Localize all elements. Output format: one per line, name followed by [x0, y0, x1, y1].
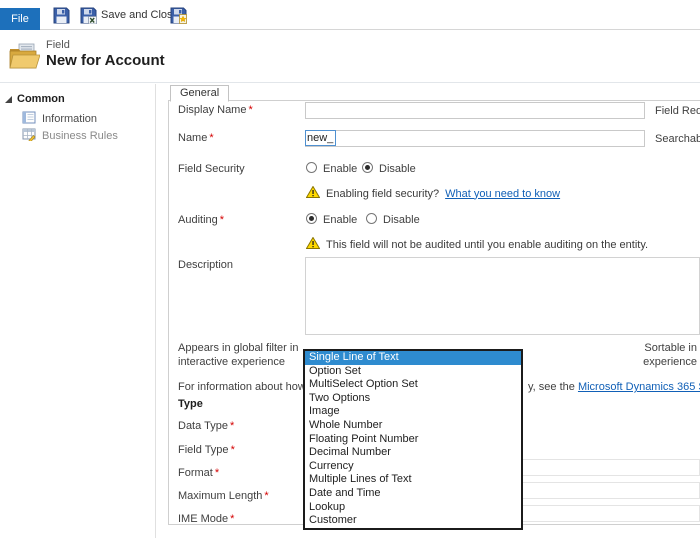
- save-and-new-button[interactable]: [170, 5, 187, 25]
- entity-type-label: Field: [46, 39, 70, 51]
- required-marker: *: [248, 104, 252, 116]
- name-label: Name*: [178, 132, 214, 144]
- dropdown-option[interactable]: MultiSelect Option Set: [305, 378, 521, 392]
- auditing-enable-label: Enable: [323, 214, 357, 226]
- warning-icon: [306, 186, 320, 201]
- required-marker: *: [220, 214, 224, 226]
- dynamics-sdk-link[interactable]: Microsoft Dynamics 365 SDK: [578, 381, 700, 393]
- file-menu-button[interactable]: File: [0, 8, 40, 30]
- dropdown-option[interactable]: Single Line of Text: [305, 351, 521, 365]
- sidebar-group-common[interactable]: Common: [5, 93, 65, 105]
- dropdown-option[interactable]: Decimal Number: [305, 446, 521, 460]
- required-marker: *: [264, 490, 268, 502]
- dropdown-option[interactable]: Multiple Lines of Text: [305, 473, 521, 487]
- display-name-input[interactable]: [305, 102, 645, 119]
- format-label: Format*: [178, 467, 219, 479]
- dropdown-option[interactable]: Two Options: [305, 392, 521, 406]
- sidebar-item-label: Business Rules: [42, 130, 118, 142]
- field-type-label: Field Type*: [178, 444, 235, 456]
- tab-general[interactable]: General: [170, 85, 229, 102]
- dropdown-option[interactable]: Currency: [305, 460, 521, 474]
- collapse-triangle-icon: [5, 96, 12, 103]
- dropdown-option[interactable]: Lookup: [305, 501, 521, 515]
- required-marker: *: [230, 420, 234, 432]
- auditing-disable-label: Disable: [383, 214, 420, 226]
- global-filter-label: Appears in global filter in interactive …: [178, 341, 298, 369]
- data-type-label: Data Type*: [178, 420, 234, 432]
- information-icon: [22, 111, 36, 127]
- business-rules-icon: [22, 128, 36, 144]
- dropdown-option[interactable]: Floating Point Number: [305, 433, 521, 447]
- dropdown-option[interactable]: Option Set: [305, 365, 521, 379]
- dropdown-option[interactable]: Image: [305, 405, 521, 419]
- auditing-warning-text: This field will not be audited until you…: [326, 239, 648, 251]
- what-you-need-to-know-link[interactable]: What you need to know: [445, 188, 560, 200]
- required-marker: *: [231, 444, 235, 456]
- sidebar: Common Information: [0, 84, 156, 538]
- field-security-enable-radio[interactable]: [306, 162, 317, 173]
- auditing-label: Auditing*: [178, 214, 224, 226]
- toolbar: File: [0, 0, 700, 30]
- required-marker: *: [209, 132, 213, 144]
- field-requirement-label: Field Requi: [655, 105, 700, 117]
- page-title: New for Account: [46, 52, 165, 69]
- save-and-close-icon: [80, 7, 97, 24]
- sidebar-group-label: Common: [17, 93, 65, 105]
- dropdown-option[interactable]: Whole Number: [305, 419, 521, 433]
- searchable-label: Searchable: [655, 133, 700, 145]
- auditing-enable-radio[interactable]: [306, 213, 317, 224]
- sidebar-item-label: Information: [42, 113, 97, 125]
- auditing-warning: This field will not be audited until you…: [306, 237, 648, 252]
- sdk-info-right: y, see the Microsoft Dynamics 365 SDK: [528, 381, 700, 393]
- ime-mode-label: IME Mode*: [178, 513, 234, 525]
- header: Field New for Account: [0, 31, 700, 83]
- description-textarea[interactable]: [305, 257, 700, 335]
- display-name-label: Display Name*: [178, 104, 253, 116]
- save-and-new-icon: [170, 7, 187, 24]
- field-security-enable-label: Enable: [323, 163, 357, 175]
- dropdown-option[interactable]: Customer: [305, 514, 521, 528]
- auditing-disable-radio[interactable]: [366, 213, 377, 224]
- save-icon: [53, 7, 70, 24]
- sidebar-item-business-rules[interactable]: Business Rules: [22, 128, 118, 144]
- sidebar-item-information[interactable]: Information: [22, 111, 97, 127]
- description-label: Description: [178, 259, 233, 271]
- save-and-close-label: Save and Close: [101, 9, 179, 21]
- dropdown-option[interactable]: Date and Time: [305, 487, 521, 501]
- warning-icon: [306, 237, 320, 252]
- required-marker: *: [215, 467, 219, 479]
- save-button[interactable]: [53, 5, 70, 25]
- window: File: [0, 0, 700, 538]
- field-security-warning: Enabling field security? What you need t…: [306, 186, 560, 201]
- save-and-close-button[interactable]: Save and Close: [80, 5, 179, 25]
- sdk-info-left: For information about how t: [178, 381, 312, 393]
- field-security-disable-label: Disable: [379, 163, 416, 175]
- folder-icon: [8, 43, 40, 74]
- field-security-disable-radio[interactable]: [362, 162, 373, 173]
- type-section-label: Type: [178, 398, 203, 410]
- maximum-length-label: Maximum Length*: [178, 490, 269, 502]
- name-prefix-value: new_: [305, 130, 336, 146]
- required-marker: *: [230, 513, 234, 525]
- name-input[interactable]: new_: [305, 130, 645, 147]
- data-type-dropdown-list: Single Line of Text Option Set MultiSele…: [303, 349, 523, 530]
- field-security-warning-text: Enabling field security?: [326, 188, 439, 200]
- sortable-label: Sortable in experience: [643, 341, 697, 369]
- field-security-label: Field Security: [178, 163, 245, 175]
